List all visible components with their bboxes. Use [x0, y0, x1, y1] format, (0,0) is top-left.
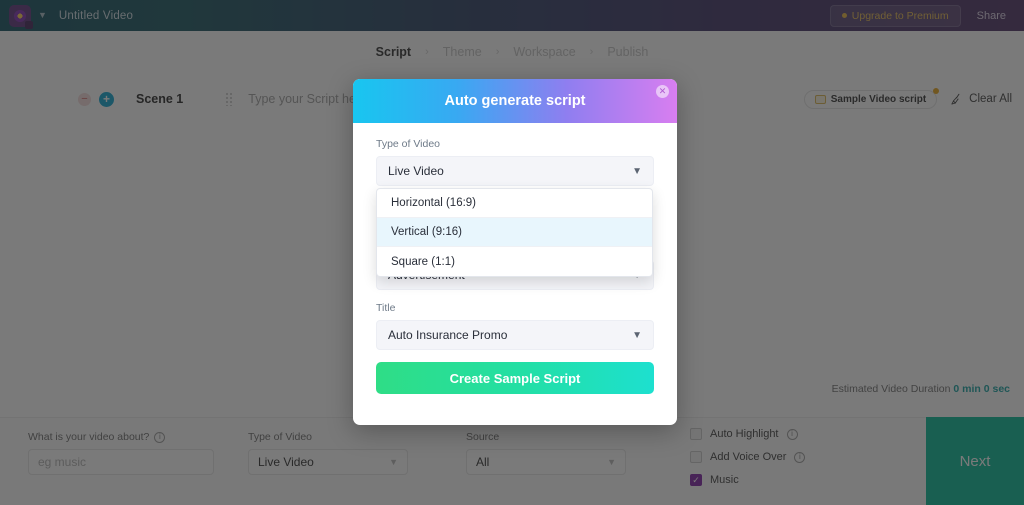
modal-title-label: Title: [376, 302, 396, 314]
modal-type-of-video-label: Type of Video: [376, 138, 441, 150]
modal-title: Auto generate script: [444, 93, 586, 109]
video-format-dropdown-list: Horizontal (16:9) Vertical (9:16) Square…: [376, 188, 653, 277]
chevron-down-icon: ▼: [632, 165, 642, 177]
dropdown-option-square[interactable]: Square (1:1): [377, 247, 652, 276]
dropdown-option-vertical[interactable]: Vertical (9:16): [377, 218, 652, 247]
app-root: ▼ Untitled Video Upgrade to Premium Shar…: [0, 0, 1024, 505]
create-sample-script-button[interactable]: Create Sample Script: [376, 362, 654, 394]
chevron-down-icon: ▼: [632, 329, 642, 341]
modal-type-of-video-select[interactable]: Live Video ▼: [376, 156, 654, 186]
modal-type-of-video-value: Live Video: [388, 164, 444, 178]
modal-header: Auto generate script ✕: [353, 79, 677, 123]
dropdown-option-horizontal[interactable]: Horizontal (16:9): [377, 189, 652, 218]
modal-title-select[interactable]: Auto Insurance Promo ▼: [376, 320, 654, 350]
close-icon[interactable]: ✕: [656, 85, 669, 98]
modal-title-value: Auto Insurance Promo: [388, 328, 508, 342]
